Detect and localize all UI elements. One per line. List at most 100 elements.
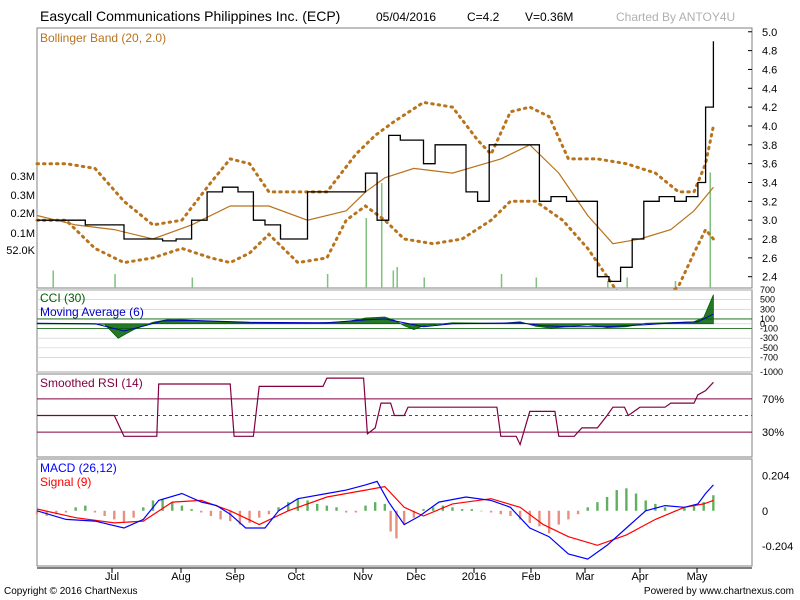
macd-histogram-bar	[567, 510, 570, 520]
x-tick-label: Apr	[631, 571, 648, 583]
macd-tick-label: -0.204	[762, 541, 793, 553]
macd-histogram-bar	[287, 502, 290, 511]
x-tick-label: Mar	[576, 571, 595, 583]
macd-histogram-bar	[586, 507, 589, 511]
macd-histogram-bar	[644, 500, 647, 511]
macd-histogram-bar	[596, 502, 599, 511]
macd-histogram-bar	[296, 498, 300, 511]
cci-tick-label: 300	[760, 304, 775, 314]
macd-histogram-bar	[615, 490, 618, 511]
cci-tick-label: -100	[760, 324, 778, 334]
macd-histogram-bar	[431, 507, 435, 511]
rsi-tick-label: 30%	[762, 427, 784, 439]
x-tick-label: Sep	[225, 571, 245, 583]
price-tick-label: 2.8	[762, 234, 777, 246]
stock-chart: 5.0 4.8 4.6 4.4 4.2 4.0 3.8 3.6 3.4 3.2 3.0 2.8 2.6 2…	[6, 27, 793, 583]
volume-tick-label: 0.1M	[11, 228, 35, 240]
macd-histogram-bar	[132, 510, 135, 518]
cci-ma-label: Moving Average (6)	[40, 305, 144, 319]
cci-tick-label: -300	[760, 333, 778, 343]
macd-histogram-bar	[306, 500, 309, 511]
macd-histogram-bar	[712, 495, 715, 511]
macd-histogram-bar	[335, 507, 338, 511]
x-tick-label: Jul	[105, 571, 119, 583]
cci-panel-frame	[36, 289, 753, 373]
volume-bar	[396, 267, 398, 288]
price-tick-label: 4.4	[762, 83, 777, 95]
volume-tick-label: 0.2M	[11, 208, 35, 220]
macd-histogram-bar	[528, 510, 531, 523]
price-panel-frame	[36, 27, 753, 289]
macd-histogram-bar	[509, 510, 512, 516]
volume-tick-label: 52.0K	[6, 245, 35, 257]
macd-histogram-bar	[625, 488, 628, 511]
charted-by: Charted By ANTOY4U	[616, 10, 736, 24]
volume-bar	[365, 218, 368, 288]
macd-histogram-bar	[389, 510, 392, 532]
close-value: C=4.2	[467, 10, 500, 24]
macd-histogram-bar	[605, 496, 609, 511]
macd-tick-label: 0.204	[762, 471, 790, 483]
macd-histogram-bar	[209, 510, 213, 516]
volume-bar	[191, 277, 194, 288]
x-tick-label: 2016	[462, 571, 486, 583]
macd-histogram-bar	[576, 510, 580, 515]
rsi-panel: 70% 30% Smoothed RSI (14)	[36, 373, 784, 458]
macd-histogram-bar	[557, 510, 560, 525]
macd-histogram-bar	[219, 510, 222, 520]
x-tick-label: Oct	[287, 571, 304, 583]
price-tick-label: 4.2	[762, 102, 777, 114]
volume-value: V=0.36M	[525, 10, 574, 24]
price-tick-label: 3.8	[762, 140, 777, 152]
price-tick-label: 4.6	[762, 64, 777, 76]
rsi-tick-label: 70%	[762, 394, 784, 406]
price-tick-label: 2.4	[762, 272, 777, 284]
price-tick-label: 5.0	[762, 27, 777, 39]
macd-histogram-bar	[538, 510, 541, 527]
macd-histogram-bar	[113, 510, 116, 520]
cci-tick-label: -500	[760, 343, 778, 353]
chart-date: 05/04/2016	[376, 10, 437, 24]
x-axis: Jul Aug Sep Oct Nov Dec 2016 Feb Mar Apr May	[37, 567, 752, 583]
price-tick-label: 3.2	[762, 196, 777, 208]
price-tick-label: 3.4	[762, 177, 777, 189]
bollinger-label: Bollinger Band (20, 2.0)	[40, 31, 166, 45]
macd-histogram-bar	[373, 502, 377, 511]
x-tick-label: Nov	[353, 571, 373, 583]
macd-histogram-bar	[451, 507, 454, 511]
volume-bar	[380, 183, 383, 288]
rsi-label: Smoothed RSI (14)	[40, 376, 143, 390]
macd-histogram-bar	[663, 507, 667, 511]
volume-bar	[500, 274, 503, 288]
price-panel: 5.0 4.8 4.6 4.4 4.2 4.0 3.8 3.6 3.4 3.2 3.0 2.8 2.6 2…	[6, 27, 777, 307]
macd-histogram-bar	[383, 503, 387, 511]
powered-by: Powered by www.chartnexus.com	[643, 586, 794, 597]
macd-histogram-bar	[103, 510, 106, 516]
macd-histogram-bar	[422, 509, 425, 511]
signal-label: Signal (9)	[40, 475, 91, 489]
volume-bar	[626, 277, 628, 288]
volume-bar	[607, 281, 609, 288]
price-tick-label: 3.0	[762, 215, 777, 227]
macd-histogram-bar	[480, 510, 483, 512]
macd-histogram-bar	[354, 510, 358, 513]
macd-histogram-bar	[64, 510, 68, 513]
macd-histogram-bar	[142, 507, 145, 511]
price-tick-label: 2.6	[762, 253, 777, 265]
cci-label: CCI (30)	[40, 291, 85, 305]
macd-histogram-bar	[74, 507, 77, 511]
macd-histogram-bar	[200, 510, 203, 513]
macd-histogram-bar	[316, 503, 319, 511]
macd-histogram-bar	[634, 493, 638, 511]
volume-bar	[52, 270, 54, 288]
macd-histogram-bar	[470, 509, 473, 511]
cci-tick-label: -1000	[760, 367, 783, 377]
macd-histogram-bar	[344, 510, 348, 513]
macd-histogram-bar	[364, 505, 367, 511]
macd-histogram-bar	[654, 503, 657, 511]
macd-histogram-bar	[267, 510, 271, 515]
macd-tick-label: 0	[762, 506, 768, 518]
macd-histogram-bar	[229, 510, 232, 522]
chart-title: Easycall Communications Philippines Inc.…	[40, 8, 341, 24]
cci-tick-label: 700	[760, 285, 775, 295]
